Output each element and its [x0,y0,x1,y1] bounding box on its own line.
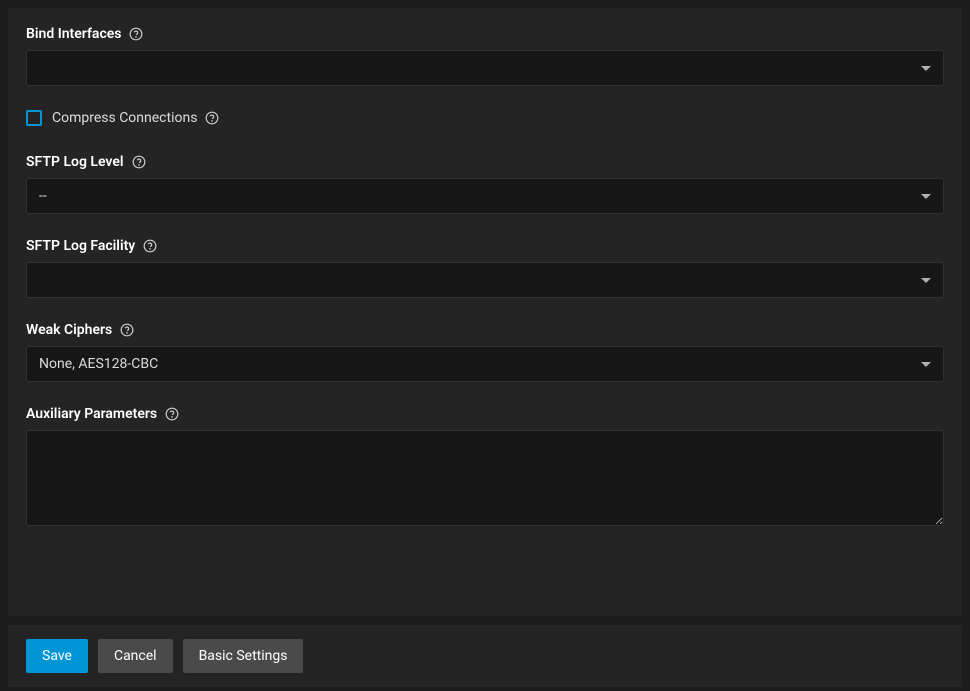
bind-interfaces-label: Bind Interfaces [26,26,944,42]
bind-interfaces-group: Bind Interfaces [26,26,944,86]
compress-connections-row: Compress Connections [26,110,944,126]
weak-ciphers-label-text: Weak Ciphers [26,322,112,338]
weak-ciphers-select[interactable]: None, AES128-CBC [26,346,944,382]
chevron-down-icon [921,362,931,367]
sftp-log-facility-select[interactable] [26,262,944,298]
sftp-log-facility-label: SFTP Log Facility [26,238,944,254]
weak-ciphers-group: Weak Ciphers None, AES128-CBC [26,322,944,382]
sftp-log-level-label-text: SFTP Log Level [26,154,124,170]
auxiliary-parameters-group: Auxiliary Parameters [26,406,944,530]
basic-settings-button[interactable]: Basic Settings [183,639,304,673]
auxiliary-parameters-label: Auxiliary Parameters [26,406,944,422]
sftp-log-facility-label-text: SFTP Log Facility [26,238,135,254]
sftp-log-level-label: SFTP Log Level [26,154,944,170]
weak-ciphers-value: None, AES128-CBC [39,356,921,372]
compress-connections-checkbox[interactable] [26,110,42,126]
bind-interfaces-label-text: Bind Interfaces [26,26,121,42]
auxiliary-parameters-textarea[interactable] [26,430,944,526]
button-bar: Save Cancel Basic Settings [8,624,962,687]
chevron-down-icon [921,278,931,283]
chevron-down-icon [921,66,931,71]
help-icon[interactable] [205,111,219,125]
auxiliary-parameters-label-text: Auxiliary Parameters [26,406,157,422]
sftp-log-facility-group: SFTP Log Facility [26,238,944,298]
sftp-log-level-group: SFTP Log Level -- [26,154,944,214]
sftp-log-level-value: -- [39,188,921,204]
compress-connections-label: Compress Connections [52,110,197,126]
help-icon[interactable] [132,155,146,169]
help-icon[interactable] [129,27,143,41]
save-button[interactable]: Save [26,639,88,673]
cancel-button[interactable]: Cancel [98,639,173,673]
help-icon[interactable] [120,323,134,337]
chevron-down-icon [921,194,931,199]
form-container: Bind Interfaces Compress Connections [8,8,962,616]
weak-ciphers-label: Weak Ciphers [26,322,944,338]
bind-interfaces-select[interactable] [26,50,944,86]
help-icon[interactable] [143,239,157,253]
sftp-log-level-select[interactable]: -- [26,178,944,214]
help-icon[interactable] [165,407,179,421]
